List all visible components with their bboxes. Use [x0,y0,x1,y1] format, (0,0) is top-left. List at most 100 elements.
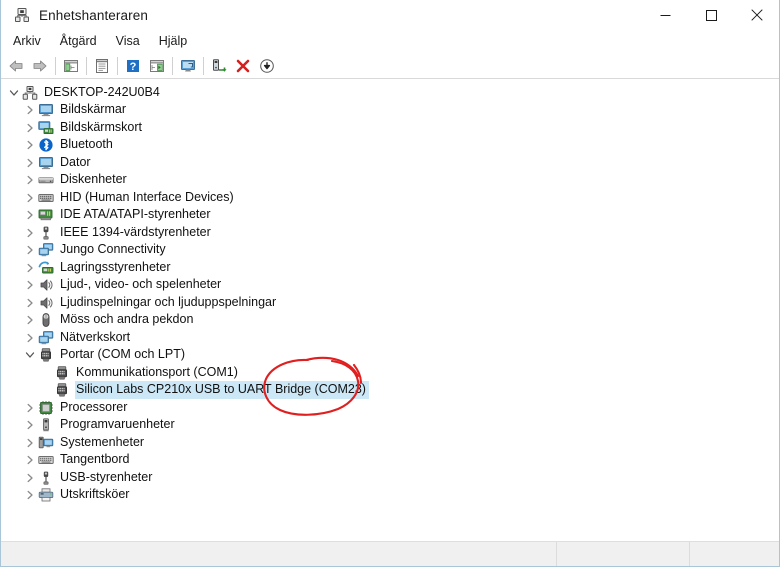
chevron-right-icon[interactable] [22,417,38,433]
uninstall-device-icon[interactable] [207,54,231,78]
tree-row-bildskarmar[interactable]: Bildskärmar [0,102,775,120]
chevron-right-icon[interactable] [22,137,38,153]
tree-row-portar[interactable]: Portar (COM och LPT) [0,347,775,365]
device-tree[interactable]: DESKTOP-242U0B4 Bildskärmar Bildskärmsko… [0,80,775,537]
chevron-right-icon[interactable] [22,470,38,486]
display-adapter-icon [38,120,54,136]
status-bar [0,541,780,567]
properties-icon[interactable] [90,54,114,78]
toolbar: ? [0,53,780,79]
chevron-right-icon[interactable] [22,452,38,468]
tree-row-bildskarmskort[interactable]: Bildskärmskort [0,119,775,137]
menu-visa[interactable]: Visa [107,32,149,51]
forward-arrow-icon[interactable] [28,54,52,78]
chevron-right-icon[interactable] [22,242,38,258]
speaker-icon [38,277,54,293]
chevron-right-icon[interactable] [22,190,38,206]
status-pane-3 [690,542,780,567]
port-icon [54,365,70,381]
device-manager-window: Enhetshanteraren Arkiv Åtgärd Visa Hjälp [0,0,780,567]
disable-device-icon[interactable] [231,54,255,78]
tree-label: Processorer [60,399,128,414]
monitor-icon [38,102,54,118]
tree-row-root[interactable]: DESKTOP-242U0B4 [0,84,775,102]
tree-row-processorer[interactable]: Processorer [0,399,775,417]
chevron-down-icon[interactable] [22,347,38,363]
tree-label: Portar (COM och LPT) [60,347,186,362]
tree-row-kommunikationsport[interactable]: Kommunikationsport (COM1) [0,364,775,382]
menu-atgard[interactable]: Åtgärd [51,32,106,51]
tree-row-bluetooth[interactable]: Bluetooth [0,137,775,155]
computer-root-icon [22,85,38,101]
tree-label: Tangentbord [60,452,130,467]
tree-row-programvaruenheter[interactable]: Programvaruenheter [0,417,775,435]
toolbar-separator [117,56,118,75]
network-adapter-icon [38,330,54,346]
update-driver-icon[interactable] [145,54,169,78]
chevron-right-icon[interactable] [22,277,38,293]
enable-device-icon[interactable] [255,54,279,78]
software-device-icon [38,417,54,433]
tree-row-usb-styrenheter[interactable]: USB-styrenheter [0,469,775,487]
tree-row-natverkskort[interactable]: Nätverkskort [0,329,775,347]
window-controls [642,0,780,30]
back-arrow-icon[interactable] [4,54,28,78]
tree-label: Ljudinspelningar och ljuduppspelningar [60,294,277,309]
chevron-right-icon[interactable] [22,172,38,188]
tree-label: IDE ATA/ATAPI-styrenheter [60,207,211,222]
tree-row-silicon-labs-cp210x[interactable]: Silicon Labs CP210x USB to UART Bridge (… [0,381,775,400]
chevron-right-icon[interactable] [22,260,38,276]
menu-arkiv[interactable]: Arkiv [4,32,50,51]
tree-row-jungo[interactable]: Jungo Connectivity [0,242,775,260]
chevron-right-icon[interactable] [22,102,38,118]
tree-row-moss-pekdon[interactable]: Möss och andra pekdon [0,312,775,330]
chevron-right-icon[interactable] [22,120,38,136]
tree-row-diskenheter[interactable]: Diskenheter [0,172,775,190]
chevron-right-icon[interactable] [22,155,38,171]
tree-label: USB-styrenheter [60,469,153,484]
ieee1394-icon [38,225,54,241]
chevron-right-icon[interactable] [22,312,38,328]
scan-hardware-changes-icon[interactable] [176,54,200,78]
tree-label: IEEE 1394-värdstyrenheter [60,224,211,239]
help-icon[interactable]: ? [121,54,145,78]
tree-row-systemenheter[interactable]: Systemenheter [0,434,775,452]
menu-bar: Arkiv Åtgärd Visa Hjälp [0,30,780,53]
tree-row-dator[interactable]: Dator [0,154,775,172]
chevron-right-icon[interactable] [22,400,38,416]
storage-controller-icon [38,260,54,276]
tree-label: Programvaruenheter [60,417,175,432]
tree-row-tangentbord[interactable]: Tangentbord [0,452,775,470]
chevron-right-icon[interactable] [22,330,38,346]
close-button[interactable] [734,0,780,30]
tree-row-hid[interactable]: HID (Human Interface Devices) [0,189,775,207]
tree-label: Ljud-, video- och spelenheter [60,277,222,292]
system-device-icon [38,435,54,451]
processor-icon [38,400,54,416]
tree-row-ljud-video-spel[interactable]: Ljud-, video- och spelenheter [0,277,775,295]
tree-row-ide[interactable]: IDE ATA/ATAPI-styrenheter [0,207,775,225]
tree-label: Bluetooth [60,137,113,152]
minimize-button[interactable] [642,0,688,30]
tree-row-ljudinspelningar[interactable]: Ljudinspelningar och ljuduppspelningar [0,294,775,312]
tree-row-lagringsstyrenheter[interactable]: Lagringsstyrenheter [0,259,775,277]
chevron-down-icon[interactable] [6,85,22,101]
tree-row-ieee1394[interactable]: IEEE 1394-värdstyrenheter [0,224,775,242]
chevron-right-icon[interactable] [22,295,38,311]
computer-icon [38,155,54,171]
chevron-right-icon[interactable] [22,487,38,503]
show-hide-console-tree-icon[interactable] [59,54,83,78]
window-title: Enhetshanteraren [39,7,148,23]
svg-text:?: ? [130,61,137,73]
tree-label: Möss och andra pekdon [60,312,194,327]
tree-row-utskriftskoer[interactable]: Utskriftsköer [0,487,775,505]
usb-icon [38,470,54,486]
chevron-right-icon[interactable] [22,207,38,223]
chevron-right-icon[interactable] [22,225,38,241]
menu-hjalp[interactable]: Hjälp [150,32,197,51]
tree-label: Systemenheter [60,434,145,449]
tree-label: Diskenheter [60,172,127,187]
maximize-button[interactable] [688,0,734,30]
chevron-right-icon[interactable] [22,435,38,451]
bluetooth-icon [38,137,54,153]
